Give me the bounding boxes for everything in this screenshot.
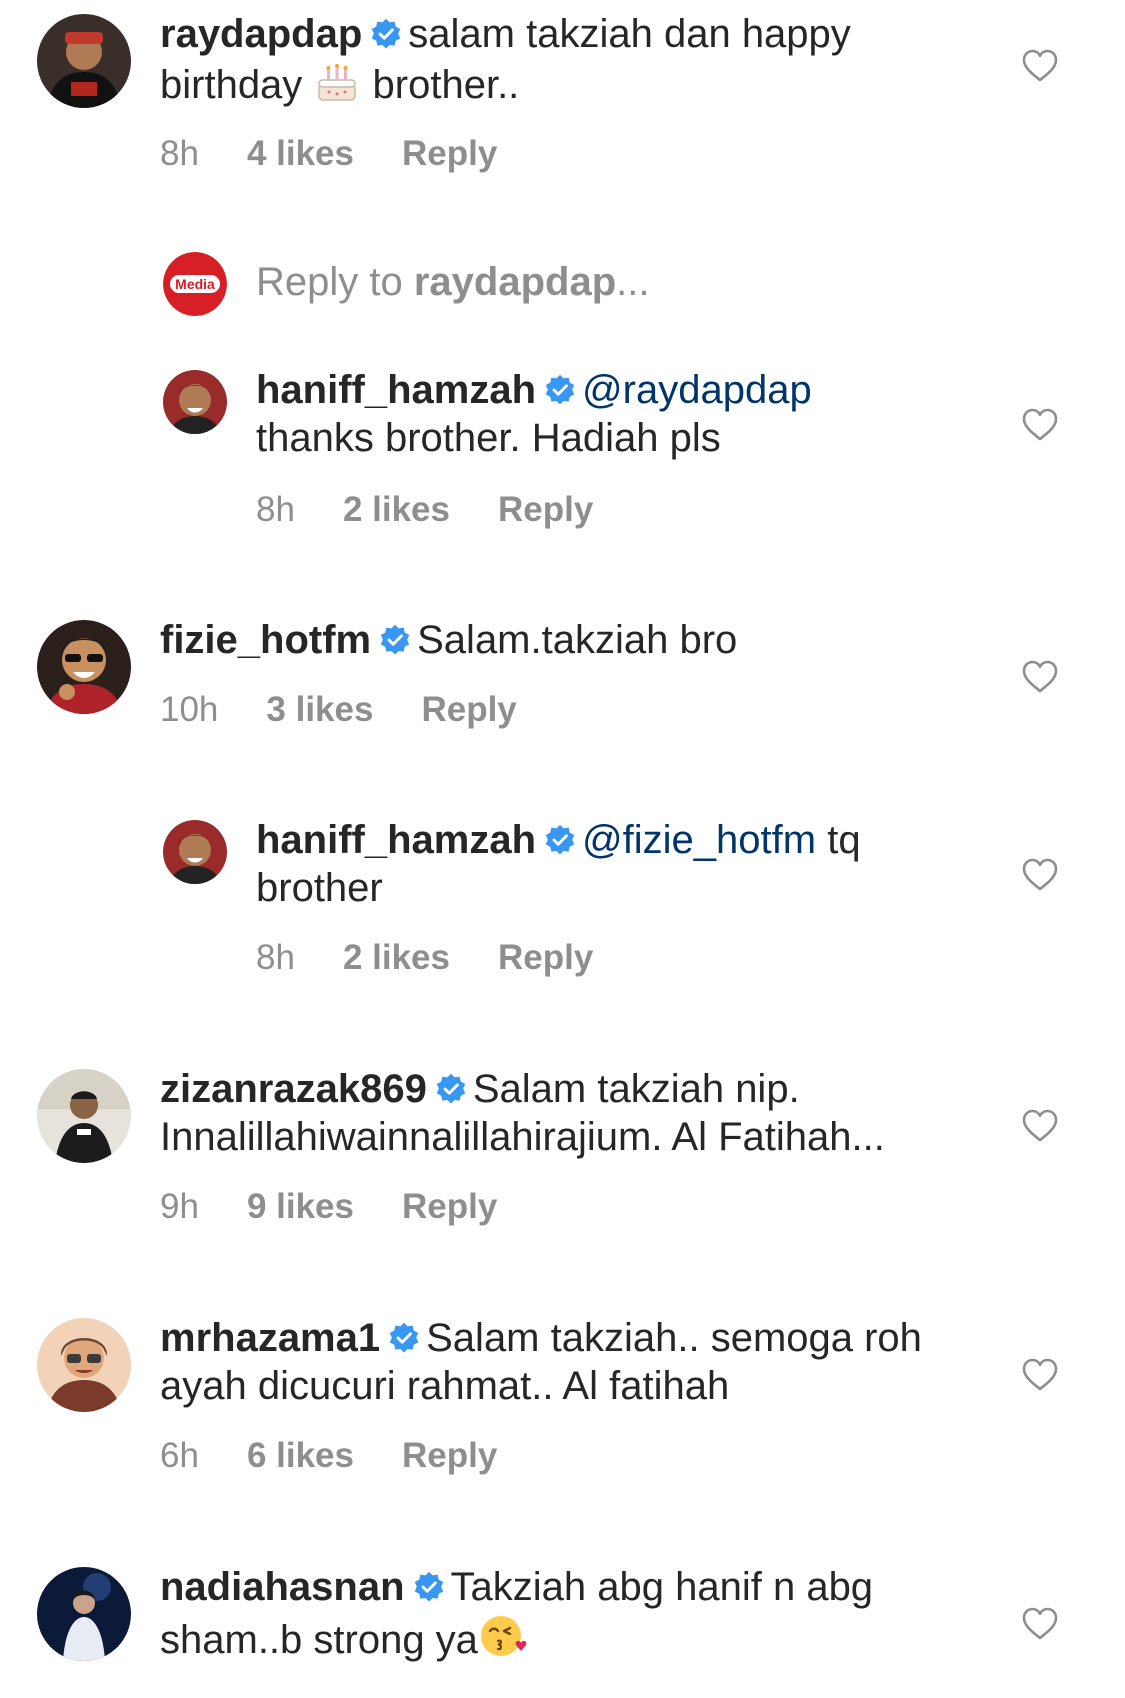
reply-button[interactable]: Reply — [498, 938, 593, 978]
reply-prompt-target: raydapdap — [413, 260, 617, 304]
avatar[interactable] — [37, 14, 131, 108]
likes-count[interactable]: 2 likes — [343, 490, 450, 530]
reply-button[interactable]: Reply — [402, 1436, 497, 1476]
comment-body: haniff_hamzah @fizie_hotfm tq brother — [256, 816, 976, 912]
comment-meta: 8h 2 likes Reply — [256, 490, 593, 530]
comment-body: zizanrazak869 Salam takziah nip. Innalill… — [160, 1065, 980, 1161]
comment-meta: 9h 9 likes Reply — [160, 1187, 497, 1227]
reply-button[interactable]: Reply — [402, 1187, 497, 1227]
likes-count[interactable]: 6 likes — [247, 1436, 354, 1476]
comment-meta: 8h 4 likes Reply — [160, 134, 497, 174]
comment-time: 8h — [256, 490, 295, 529]
username[interactable]: mrhazama1 — [160, 1316, 380, 1360]
reply-prompt[interactable]: Reply to raydapdap... — [256, 258, 650, 306]
username[interactable]: zizanrazak869 — [160, 1067, 427, 1111]
heart-outline-icon[interactable] — [1022, 1607, 1058, 1641]
comment-time: 9h — [160, 1187, 199, 1226]
verified-badge-icon — [435, 1073, 467, 1105]
reply-button[interactable]: Reply — [421, 690, 516, 730]
likes-count[interactable]: 9 likes — [247, 1187, 354, 1227]
username[interactable]: haniff_hamzah — [256, 818, 536, 862]
verified-badge-icon — [370, 18, 402, 50]
heart-outline-icon[interactable] — [1022, 858, 1058, 892]
mention-link[interactable]: @raydapdap — [582, 368, 812, 412]
username[interactable]: nadiahasnan — [160, 1565, 405, 1609]
comment-time: 10h — [160, 690, 219, 729]
avatar[interactable] — [37, 620, 131, 714]
comment-body: raydapdap salam takziah dan happy birthda… — [160, 10, 980, 109]
face-blowing-kiss-icon — [480, 1616, 527, 1656]
reply-prompt-prefix: Reply to — [256, 260, 414, 304]
comment-text: Salam.takziah bro — [417, 618, 738, 662]
comment-body: haniff_hamzah @raydapdap thanks brother. H… — [256, 366, 976, 462]
username[interactable]: fizie_hotfm — [160, 618, 371, 662]
heart-outline-icon[interactable] — [1022, 1358, 1058, 1392]
comment-text: brother.. — [361, 63, 520, 107]
comment-time: 6h — [160, 1436, 199, 1475]
comment-body: mrhazama1 Salam takziah.. semoga roh ayah… — [160, 1314, 980, 1410]
verified-badge-icon — [379, 624, 411, 656]
avatar[interactable] — [37, 1567, 131, 1661]
comment-meta: 8h 2 likes Reply — [256, 938, 593, 978]
avatar[interactable] — [163, 820, 227, 884]
verified-badge-icon — [544, 374, 576, 406]
verified-badge-icon — [413, 1571, 445, 1603]
heart-outline-icon[interactable] — [1022, 49, 1058, 83]
media-logo-text: Media — [175, 276, 215, 292]
likes-count[interactable]: 2 likes — [343, 938, 450, 978]
verified-badge-icon — [388, 1322, 420, 1354]
username[interactable]: raydapdap — [160, 12, 362, 56]
comment-time: 8h — [160, 134, 199, 173]
comment-meta: 6h 6 likes Reply — [160, 1436, 497, 1476]
avatar: Media — [163, 252, 227, 316]
comment-body: fizie_hotfm Salam.takziah bro — [160, 616, 980, 664]
verified-badge-icon — [544, 824, 576, 856]
likes-count[interactable]: 4 likes — [247, 134, 354, 174]
comment-body: nadiahasnan Takziah abg hanif n abg sham.… — [160, 1563, 980, 1664]
heart-outline-icon[interactable] — [1022, 408, 1058, 442]
username[interactable]: haniff_hamzah — [256, 368, 536, 412]
likes-count[interactable]: 3 likes — [266, 690, 373, 730]
mention-link[interactable]: @fizie_hotfm — [582, 818, 816, 862]
reply-button[interactable]: Reply — [498, 490, 593, 530]
avatar[interactable] — [37, 1069, 131, 1163]
reply-prompt-suffix: ... — [616, 260, 650, 304]
comment-time: 8h — [256, 938, 295, 977]
comment-meta: 10h 3 likes Reply — [160, 690, 517, 730]
heart-outline-icon[interactable] — [1022, 1109, 1058, 1143]
heart-outline-icon[interactable] — [1022, 660, 1058, 694]
birthday-cake-icon — [318, 64, 357, 101]
comment-text: thanks brother. Hadiah pls — [256, 416, 721, 460]
reply-input-row[interactable]: Media Reply to raydapdap... — [0, 252, 1125, 322]
reply-button[interactable]: Reply — [402, 134, 497, 174]
avatar[interactable] — [163, 370, 227, 434]
avatar[interactable] — [37, 1318, 131, 1412]
